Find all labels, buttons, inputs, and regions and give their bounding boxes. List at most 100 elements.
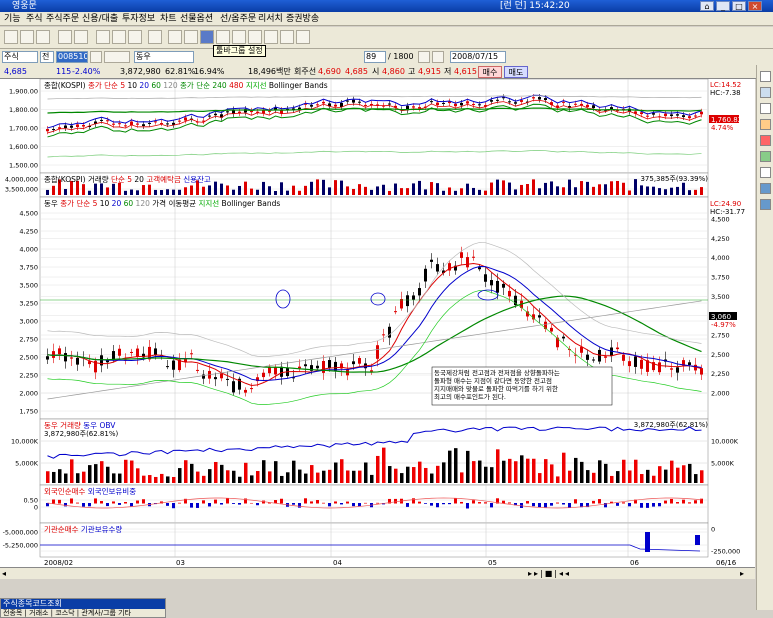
settings-icon[interactable] xyxy=(264,30,278,44)
count-input[interactable]: 89 xyxy=(364,51,386,63)
kospi-candle xyxy=(352,99,355,103)
date-input[interactable]: 2008/07/15 xyxy=(450,51,506,63)
foreign-bar xyxy=(364,502,367,504)
foreign-bar xyxy=(682,499,685,504)
volume-bar xyxy=(556,476,560,483)
stock-pct-box-text: -4.97% xyxy=(711,321,736,329)
minimize-button[interactable]: _ xyxy=(716,1,730,11)
sidebar-tool-icon[interactable] xyxy=(760,167,771,178)
chart-scrollbar[interactable]: ◂ ▸▸|■|◂◂ ▸ xyxy=(0,567,755,579)
kospi-volume-bar xyxy=(52,185,55,195)
menu-item-invest-info[interactable]: 투자정보 xyxy=(122,13,155,25)
kospi-volume-bar xyxy=(592,186,595,195)
scroll-left-icon[interactable]: ◂ xyxy=(2,569,6,578)
menu-item-stock-order[interactable]: 주식주문 xyxy=(46,13,79,25)
volume-bar xyxy=(640,474,644,483)
sidebar-tool-icon[interactable] xyxy=(760,199,771,210)
redo-icon[interactable] xyxy=(74,30,88,44)
window-icon[interactable] xyxy=(168,30,182,44)
sidebar-tool-icon[interactable] xyxy=(760,103,771,114)
kospi-candle xyxy=(574,103,577,105)
foreign-bar xyxy=(142,499,145,504)
stock-candle xyxy=(634,356,637,367)
stock-legend: 동우 종가 단순 5 10 20 60 120 가격 이동평균 지지선 Boll… xyxy=(44,198,280,208)
save-icon[interactable] xyxy=(36,30,50,44)
menu-item-stock[interactable]: 주식 xyxy=(26,13,43,25)
volume-bar xyxy=(232,470,236,483)
chart-icon[interactable] xyxy=(148,30,162,44)
undo-icon[interactable] xyxy=(58,30,72,44)
close-button[interactable]: × xyxy=(748,1,762,11)
menu-item-credit[interactable]: 신용/대출 xyxy=(82,13,118,25)
foreign-bar xyxy=(454,498,457,504)
chart-area[interactable]: 1,900.00 1,800.00 1,700.00 1,600.00 1,500.00… xyxy=(0,78,755,567)
search-icon[interactable] xyxy=(90,51,102,63)
tile-icon[interactable] xyxy=(248,30,262,44)
market-select[interactable]: 주식 xyxy=(2,51,38,63)
foreign-bar xyxy=(538,503,541,508)
volume-bar xyxy=(520,455,524,483)
layout-icon[interactable] xyxy=(184,30,198,44)
code-input[interactable]: 008510 xyxy=(56,51,88,63)
sidebar-tool-icon[interactable] xyxy=(760,151,771,162)
period-icon[interactable] xyxy=(418,51,430,63)
sell-button[interactable]: 매도 xyxy=(504,66,528,78)
stock-candle xyxy=(472,256,475,258)
sidebar-tool-icon[interactable] xyxy=(760,71,771,82)
sidebar-tool-icon[interactable] xyxy=(760,119,771,130)
stock-candle xyxy=(616,347,619,350)
indicator-icon[interactable] xyxy=(280,30,294,44)
menu-item-futures[interactable]: 선물옵션 xyxy=(180,13,213,25)
foreign-bar xyxy=(328,503,331,507)
foreign-bar xyxy=(220,503,223,505)
menu-item-chart[interactable]: 차트 xyxy=(160,13,177,25)
kospi-volume-bar xyxy=(478,189,481,195)
foreign-bar xyxy=(646,503,649,508)
kospi-volume-bar xyxy=(490,182,493,195)
sidebar-tool-icon[interactable] xyxy=(760,183,771,194)
zoom-icon[interactable] xyxy=(216,30,230,44)
new-icon[interactable] xyxy=(4,30,18,44)
kospi-volume-bar xyxy=(442,190,445,195)
menu-item-function[interactable]: 기능 xyxy=(4,13,21,25)
stock-candle xyxy=(172,360,175,370)
mode-select[interactable]: 전 xyxy=(40,51,54,63)
sidebar-tool-icon[interactable] xyxy=(760,135,771,146)
buy-button[interactable]: 매수 xyxy=(478,66,502,78)
toolbar-group-icon[interactable] xyxy=(200,30,214,44)
chart-canvas[interactable]: 1,900.00 1,800.00 1,700.00 1,600.00 1,500.00… xyxy=(0,78,755,567)
menu-item-broadcast[interactable]: 증권방송 xyxy=(286,13,319,25)
foreign-bar xyxy=(412,498,415,504)
inst-bar xyxy=(695,535,700,545)
stock-candle xyxy=(586,354,589,360)
kospi-volume-bar xyxy=(112,183,115,195)
calendar-icon[interactable] xyxy=(432,51,444,63)
kospi-candle xyxy=(496,99,499,101)
stock-candle xyxy=(304,364,307,367)
grid-icon[interactable] xyxy=(232,30,246,44)
sidebar-tool-icon[interactable] xyxy=(760,87,771,98)
maximize-button[interactable]: □ xyxy=(732,1,746,11)
kospi-candle xyxy=(694,115,697,117)
kospi-volume-bar xyxy=(208,185,211,195)
trade-amount: 18,496백만 xyxy=(248,67,291,76)
kospi-candle xyxy=(76,124,79,127)
playback-controls[interactable]: ▸▸|■|◂◂ xyxy=(528,569,571,578)
cut-icon[interactable] xyxy=(96,30,110,44)
prev-next-icon[interactable] xyxy=(104,51,130,63)
copy-icon[interactable] xyxy=(112,30,126,44)
home-button[interactable]: ⌂ xyxy=(700,1,714,11)
kospi-candle xyxy=(412,106,415,108)
help-icon[interactable] xyxy=(296,30,310,44)
code-lookup-tabs[interactable]: 전종목 | 거래소 | 코스닥 | 관계사/그룹 기타 xyxy=(1,609,165,618)
menu-item-research[interactable]: 리서치 xyxy=(258,13,283,25)
open-icon[interactable] xyxy=(20,30,34,44)
menu-item-futures-order[interactable]: 선/옵주문 xyxy=(220,13,256,25)
stock-candle xyxy=(232,381,235,393)
scroll-right-icon[interactable]: ▸ xyxy=(740,569,744,578)
paste-icon[interactable] xyxy=(128,30,142,44)
stock-candle xyxy=(244,389,247,393)
kospi-candle xyxy=(136,123,139,125)
foreign-bar xyxy=(472,500,475,504)
volume-bar xyxy=(700,470,704,483)
